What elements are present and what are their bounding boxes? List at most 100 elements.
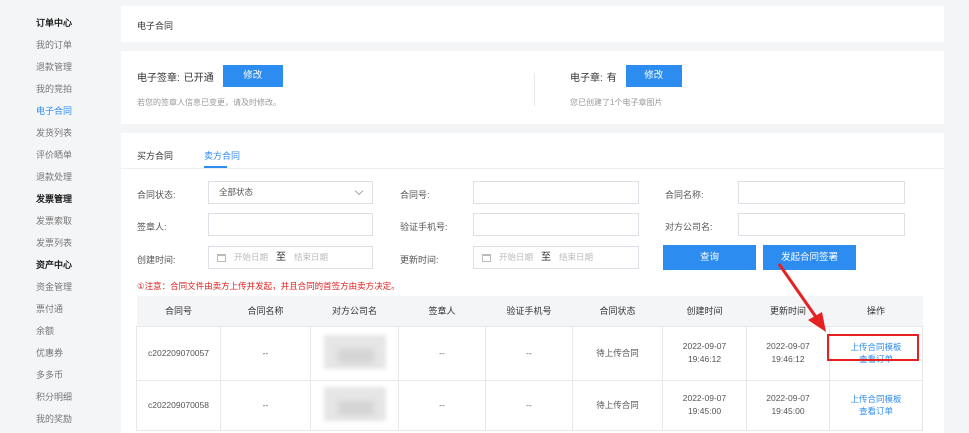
- verify-phone-label: 验证手机号:: [400, 222, 448, 232]
- tab-seller-contracts[interactable]: 卖方合同: [204, 149, 240, 162]
- initiate-contract-button[interactable]: 发起合同签署: [763, 245, 856, 270]
- sidebar-group-invoice-management[interactable]: 发票管理: [0, 188, 112, 210]
- sidebar-item-balance[interactable]: 余额: [0, 320, 112, 342]
- upload-template-link[interactable]: 上传合同模板: [830, 393, 922, 405]
- contract-no-input[interactable]: [473, 181, 639, 204]
- table-row: c202209070058 -- -- -- 待上传合同 2022-09-07 …: [136, 379, 923, 431]
- signature-panel: 电子签章: 已开通 修改 若您的签章人信息已变更，请及时修改。 电子章: 有 修…: [121, 51, 944, 124]
- column-header: 验证手机号: [485, 296, 573, 326]
- sidebar-item-e-contract[interactable]: 电子合同: [0, 100, 112, 122]
- column-header: 对方公司名: [310, 296, 399, 326]
- page-title: 电子合同: [137, 21, 174, 31]
- signer-label: 签章人:: [137, 222, 167, 232]
- contract-status-label: 合同状态:: [137, 190, 176, 200]
- created-time: 19:46:12: [687, 354, 722, 364]
- signer-cell: --: [398, 325, 486, 381]
- sidebar-group-asset-center[interactable]: 资产中心: [0, 254, 112, 276]
- sidebar-item-refund-management[interactable]: 退款管理: [0, 56, 112, 78]
- sidebar: 订单中心 我的订单 退款管理 我的竞拍 电子合同 发货列表 评价晒单 退款处理 …: [0, 0, 112, 433]
- updated-end-date[interactable]: 结束日期: [559, 247, 593, 268]
- created-end-date[interactable]: 结束日期: [294, 247, 328, 268]
- contract-name-cell: --: [220, 379, 311, 431]
- sidebar-item-points-detail[interactable]: 积分明细: [0, 386, 112, 408]
- status-cell: 待上传合同: [572, 325, 663, 381]
- counterparty-cell: [310, 379, 399, 431]
- e-signature-status: 已开通: [183, 72, 214, 84]
- contract-name-input[interactable]: [738, 181, 905, 204]
- created-time-cell: 2022-09-07 19:45:00: [662, 379, 747, 431]
- created-date: 2022-09-07: [682, 341, 727, 351]
- e-seal-modify-button[interactable]: 修改: [625, 65, 682, 87]
- tab-buyer-contracts[interactable]: 买方合同: [137, 149, 173, 162]
- e-signature-note: 若您的签章人信息已变更，请及时修改。: [137, 98, 281, 107]
- status-cell: 待上传合同: [572, 379, 663, 431]
- table-row: c202209070057 -- -- -- 待上传合同 2022-09-07 …: [136, 325, 923, 381]
- sidebar-item-duoduo-coins[interactable]: 多多币: [0, 364, 112, 386]
- e-seal-row: 电子章: 有 修改: [570, 65, 682, 87]
- query-button[interactable]: 查询: [663, 245, 756, 270]
- divider: [534, 73, 535, 106]
- column-header: 签章人: [398, 296, 486, 326]
- date-range-separator: 至: [541, 252, 552, 263]
- sidebar-item-shipping-list[interactable]: 发货列表: [0, 122, 112, 144]
- phone-cell: --: [485, 325, 573, 381]
- contract-no-label: 合同号:: [400, 190, 430, 200]
- tab-divider: [121, 168, 944, 169]
- column-header: 更新时间: [746, 296, 830, 326]
- contract-status-select[interactable]: 全部状态: [208, 181, 373, 204]
- view-order-link[interactable]: 查看订单: [830, 405, 922, 417]
- column-header: 操作: [829, 296, 923, 326]
- signer-input[interactable]: [208, 213, 373, 236]
- sidebar-item-coupons[interactable]: 优惠券: [0, 342, 112, 364]
- sidebar-item-reviews[interactable]: 评价晒单: [0, 144, 112, 166]
- sidebar-item-my-orders[interactable]: 我的订单: [0, 34, 112, 56]
- created-date-range[interactable]: 开始日期 至 结束日期: [208, 246, 373, 269]
- sidebar-item-my-auctions[interactable]: 我的竞拍: [0, 78, 112, 100]
- column-header: 合同名称: [220, 296, 311, 326]
- created-time-label: 创建时间:: [137, 255, 176, 265]
- updated-time-label: 更新时间:: [400, 255, 439, 265]
- contract-no-cell: c202209070058: [136, 379, 221, 431]
- created-time: 19:45:00: [687, 406, 722, 416]
- date-range-separator: 至: [276, 252, 287, 263]
- sidebar-item-my-rewards[interactable]: 我的奖励: [0, 408, 112, 430]
- sidebar-item-refund-processing[interactable]: 退款处理: [0, 166, 112, 188]
- signer-cell: --: [398, 379, 486, 431]
- e-signature-modify-button[interactable]: 修改: [222, 65, 283, 87]
- contracts-table: 合同号 合同名称 对方公司名 签章人 验证手机号 合同状态 创建时间 更新时间 …: [136, 296, 923, 431]
- e-seal-status: 有: [606, 72, 617, 84]
- calendar-icon: [217, 253, 226, 262]
- contract-no-cell: c202209070057: [136, 325, 221, 381]
- created-start-date[interactable]: 开始日期: [234, 247, 268, 268]
- updated-time: 19:45:00: [771, 406, 805, 416]
- redacted-company-name: [323, 387, 386, 421]
- contract-status-value: 全部状态: [219, 187, 254, 197]
- header-panel: 电子合同: [121, 6, 944, 42]
- contract-panel: 买方合同 卖方合同 合同状态: 全部状态 合同号: 合同名称: 签章人: 验证手…: [121, 133, 944, 433]
- sidebar-item-fund-management[interactable]: 资金管理: [0, 276, 112, 298]
- created-time-cell: 2022-09-07 19:46:12: [662, 325, 747, 381]
- column-header: 合同状态: [572, 296, 663, 326]
- sidebar-group-order-center[interactable]: 订单中心: [0, 12, 112, 34]
- updated-date: 2022-09-07: [766, 341, 810, 351]
- actions-cell: 上传合同模板 查看订单: [829, 379, 923, 431]
- counterparty-input[interactable]: [738, 213, 905, 236]
- phone-cell: --: [485, 379, 573, 431]
- contract-name-label: 合同名称:: [665, 190, 704, 200]
- updated-date-range[interactable]: 开始日期 至 结束日期: [473, 246, 639, 269]
- created-date: 2022-09-07: [682, 393, 727, 403]
- contract-name-cell: --: [220, 325, 311, 381]
- column-header: 合同号: [136, 296, 221, 326]
- table-header-row: 合同号 合同名称 对方公司名 签章人 验证手机号 合同状态 创建时间 更新时间 …: [136, 296, 923, 326]
- e-signature-label: 电子签章:: [137, 72, 180, 84]
- updated-time: 19:46:12: [771, 354, 805, 364]
- updated-start-date[interactable]: 开始日期: [499, 247, 533, 268]
- sidebar-item-invoice-request[interactable]: 发票索取: [0, 210, 112, 232]
- sidebar-item-invoice-list[interactable]: 发票列表: [0, 232, 112, 254]
- sidebar-item-piaofutong[interactable]: 票付通: [0, 298, 112, 320]
- verify-phone-input[interactable]: [473, 213, 639, 236]
- notice-text: ①注意：合同文件由卖方上传并发起，并且合同的首签方由卖方决定。: [137, 281, 400, 291]
- e-seal-label: 电子章:: [570, 72, 603, 84]
- updated-date: 2022-09-07: [766, 393, 810, 403]
- redacted-company-name: [323, 335, 386, 369]
